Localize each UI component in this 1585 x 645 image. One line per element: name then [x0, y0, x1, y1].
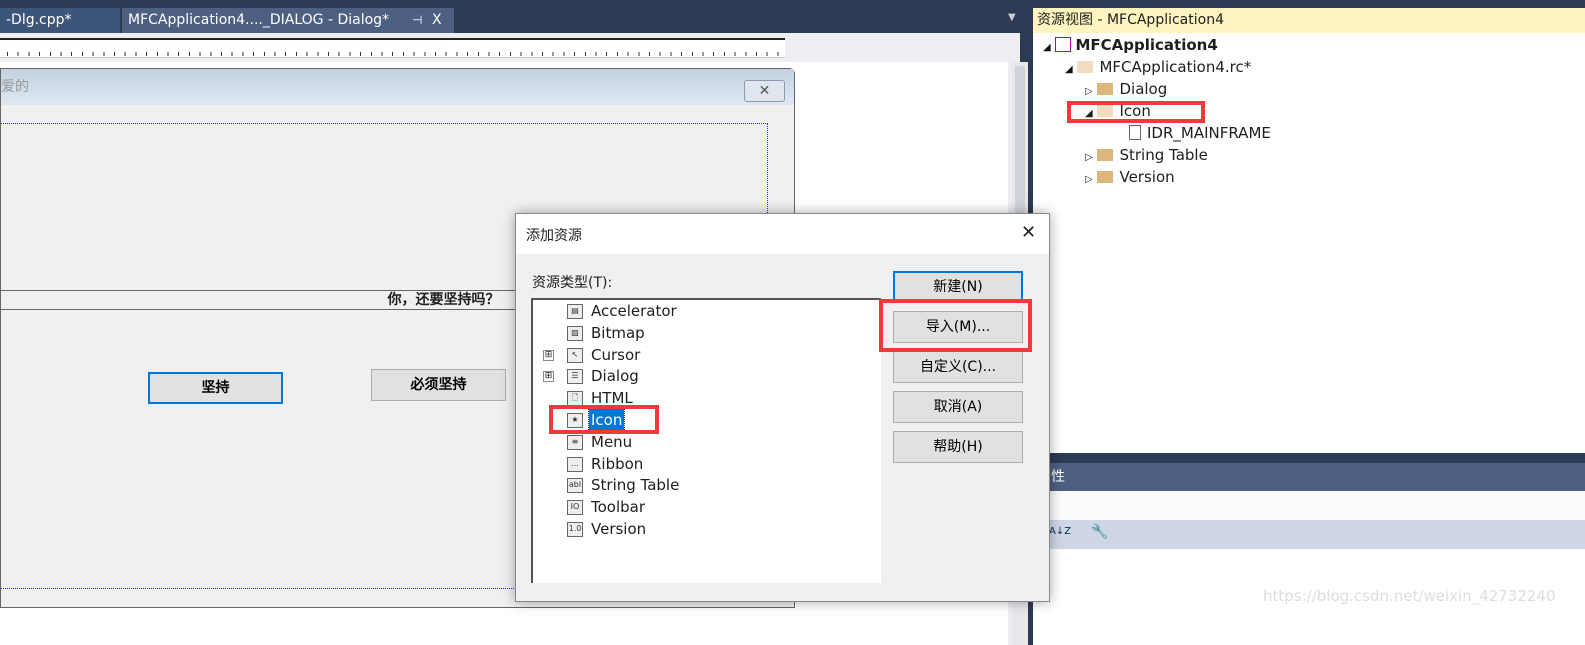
resource-view-panel: 资源视图 - MFCApplication4 ◢ MFCApplication4…: [1033, 8, 1585, 453]
persist-button[interactable]: 坚持: [148, 372, 283, 404]
expand-icon: ▷: [1085, 152, 1093, 163]
tree-folder-dialog[interactable]: ▷ Dialog: [1085, 79, 1167, 100]
designed-close-icon: ✕: [744, 80, 785, 102]
resource-type-item[interactable]: ≡ Menu: [533, 431, 833, 453]
folder-icon: [1097, 149, 1114, 161]
project-icon: [1055, 37, 1072, 52]
close-tab-icon[interactable]: X: [432, 8, 442, 33]
folder-icon: [1097, 171, 1114, 183]
tab-overflow-icon[interactable]: ▼: [1008, 12, 1016, 23]
properties-panel: 性 A↓Z 🔧 https://blog.csdn.net/weixin_427…: [1033, 463, 1585, 645]
highlight-box-tree-icon: [1067, 101, 1205, 123]
watermark: https://blog.csdn.net/weixin_42732240: [1263, 587, 1556, 605]
tree-project[interactable]: ◢ MFCApplication4: [1043, 35, 1218, 56]
toolbar-icon: IO: [567, 500, 583, 516]
dialog-icon: ☰: [567, 369, 583, 385]
resource-type-label: Ribbon: [591, 454, 644, 473]
tab-dlg-cpp[interactable]: -Dlg.cpp*: [0, 8, 120, 33]
resource-type-label: Accelerator: [591, 302, 677, 320]
wrench-icon[interactable]: 🔧: [1091, 524, 1108, 540]
folder-icon: [1077, 61, 1094, 73]
cursor-icon: ↖: [567, 347, 583, 363]
bitmap-icon: ▨: [567, 325, 583, 341]
resource-type-list[interactable]: ▤ Accelerator ▨ Bitmap ⊞ ↖ Cursor ⊞ ☰ Dialog 🗋 HTML…: [531, 298, 881, 583]
icon-file-icon: [1129, 125, 1141, 140]
help-button[interactable]: 帮助(H): [893, 431, 1023, 463]
highlight-box-icon-item: [549, 405, 659, 434]
folder-label: Version: [1119, 168, 1175, 186]
tree-folder-string-table[interactable]: ▷ String Table: [1085, 145, 1208, 166]
project-label: MFCApplication4: [1075, 36, 1218, 54]
must-persist-button[interactable]: 必须坚持: [371, 369, 506, 401]
tab-label: MFCApplication4...._DIALOG - Dialog*: [128, 12, 390, 28]
expand-icon: ▷: [1085, 86, 1093, 97]
resource-view-title: 资源视图 - MFCApplication4: [1033, 8, 1585, 33]
version-icon: 1.0: [567, 522, 583, 537]
resource-type-label: Version: [591, 520, 647, 538]
close-icon[interactable]: ✕: [1021, 222, 1036, 243]
resource-type-label: 资源类型(T):: [532, 275, 613, 291]
ribbon-icon: …: [567, 456, 583, 472]
html-icon: 🗋: [567, 391, 583, 407]
resource-type-label: Cursor: [591, 345, 641, 364]
resource-type-item[interactable]: ▤ Accelerator: [533, 300, 833, 322]
highlight-box-import: [879, 299, 1032, 352]
folder-label: String Table: [1119, 146, 1208, 164]
resource-type-label: Bitmap: [591, 323, 645, 342]
pin-icon[interactable]: ⊣: [412, 8, 422, 33]
tree-folder-version[interactable]: ▷ Version: [1085, 167, 1175, 188]
expand-icon[interactable]: ⊞: [543, 371, 554, 383]
resource-type-item[interactable]: … Ribbon: [533, 453, 833, 475]
expand-icon[interactable]: ⊞: [543, 349, 554, 361]
resource-type-item[interactable]: ▨ Bitmap: [533, 322, 833, 344]
item-label: IDR_MAINFRAME: [1147, 124, 1271, 142]
accelerator-icon: ▤: [567, 304, 583, 319]
designed-dialog-title: 爱的: [1, 69, 794, 105]
string-table-icon: abl: [567, 478, 583, 494]
rc-file-label: MFCApplication4.rc*: [1099, 58, 1252, 76]
resource-type-item[interactable]: ⊞ ☰ Dialog: [533, 365, 833, 387]
resource-type-item[interactable]: ⊞ ↖ Cursor: [533, 344, 833, 366]
tree-idr-mainframe[interactable]: IDR_MAINFRAME: [1129, 123, 1271, 144]
ruler: [0, 38, 785, 58]
resource-type-item[interactable]: 1.0 Version: [533, 518, 833, 540]
collapse-icon: ◢: [1043, 42, 1051, 53]
tab-dialog[interactable]: MFCApplication4...._DIALOG - Dialog* ⊣ X: [122, 8, 454, 33]
dialog-title-bar: 添加资源 ✕: [516, 214, 1049, 254]
dialog-title: 添加资源: [526, 228, 582, 244]
resource-type-label: Toolbar: [591, 498, 646, 517]
resource-type-item[interactable]: IO Toolbar: [533, 496, 833, 518]
sort-alphabetical-icon[interactable]: A↓Z: [1049, 526, 1071, 537]
resource-type-item[interactable]: abl String Table: [533, 474, 833, 496]
collapse-icon: ◢: [1065, 64, 1073, 75]
resource-type-label: Dialog: [591, 367, 639, 386]
tree-rc-file[interactable]: ◢ MFCApplication4.rc*: [1065, 57, 1251, 78]
properties-toolbar: A↓Z 🔧: [1033, 520, 1585, 549]
custom-button[interactable]: 自定义(C)...: [893, 351, 1023, 383]
expand-icon: ▷: [1085, 174, 1093, 185]
folder-icon: [1097, 83, 1114, 95]
cancel-button[interactable]: 取消(A): [893, 391, 1023, 423]
menu-icon: ≡: [567, 434, 583, 450]
properties-title: 性: [1033, 463, 1585, 491]
resource-type-label: Menu: [591, 432, 633, 451]
resource-type-label: String Table: [591, 476, 680, 495]
folder-label: Dialog: [1119, 80, 1168, 98]
